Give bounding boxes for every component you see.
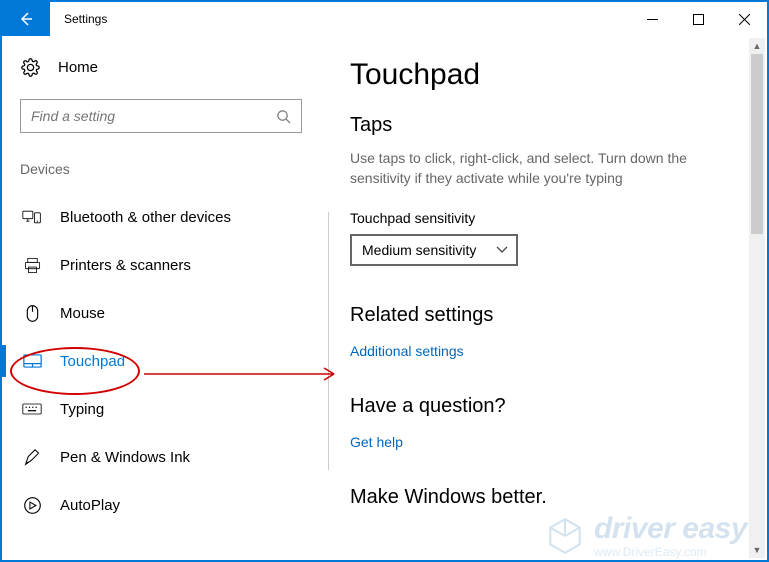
search-icon (276, 109, 291, 124)
chevron-down-icon (496, 246, 508, 254)
sidebar-item-autoplay[interactable]: AutoPlay (20, 481, 322, 529)
printer-icon (22, 256, 42, 275)
touchpad-icon (22, 353, 42, 369)
close-button[interactable] (721, 2, 767, 36)
mouse-icon (22, 304, 42, 323)
sidebar-item-label: Mouse (60, 305, 105, 322)
close-icon (739, 14, 750, 25)
page-title: Touchpad (350, 58, 737, 92)
related-heading: Related settings (350, 304, 737, 327)
maximize-icon (693, 14, 704, 25)
sidebar-item-printers[interactable]: Printers & scanners (20, 241, 322, 289)
scroll-thumb[interactable] (751, 54, 763, 234)
window-title: Settings (50, 2, 121, 36)
pen-icon (22, 448, 42, 467)
sidebar-item-pen[interactable]: Pen & Windows Ink (20, 433, 322, 481)
sidebar-item-mouse[interactable]: Mouse (20, 289, 322, 337)
minimize-button[interactable] (629, 2, 675, 36)
home-label: Home (58, 59, 98, 76)
get-help-link[interactable]: Get help (350, 434, 737, 450)
gear-icon (20, 58, 40, 77)
arrow-left-icon (17, 10, 35, 28)
keyboard-icon (22, 402, 42, 416)
dropdown-value: Medium sensitivity (362, 242, 476, 258)
sidebar-item-label: Typing (60, 401, 104, 418)
taps-description: Use taps to click, right-click, and sele… (350, 149, 720, 188)
sensitivity-dropdown[interactable]: Medium sensitivity (350, 234, 518, 266)
scrollbar[interactable]: ▲ ▼ (749, 38, 765, 558)
section-taps-heading: Taps (350, 114, 737, 137)
autoplay-icon (22, 496, 42, 515)
sidebar: Home Devices Bluetooth & other devices P… (2, 36, 322, 560)
sidebar-item-label: Bluetooth & other devices (60, 209, 231, 226)
scroll-up-icon[interactable]: ▲ (749, 38, 765, 54)
better-heading: Make Windows better. (350, 486, 737, 509)
sidebar-item-label: AutoPlay (60, 497, 120, 514)
sidebar-item-typing[interactable]: Typing (20, 385, 322, 433)
sidebar-item-bluetooth[interactable]: Bluetooth & other devices (20, 193, 322, 241)
sidebar-item-touchpad[interactable]: Touchpad (20, 337, 322, 385)
sidebar-item-label: Touchpad (60, 353, 125, 370)
maximize-button[interactable] (675, 2, 721, 36)
main-panel: Touchpad Taps Use taps to click, right-c… (322, 36, 767, 560)
additional-settings-link[interactable]: Additional settings (350, 343, 737, 359)
bluetooth-devices-icon (22, 208, 42, 226)
home-nav[interactable]: Home (20, 54, 322, 81)
search-input[interactable] (20, 99, 302, 133)
sensitivity-label: Touchpad sensitivity (350, 210, 737, 226)
group-label: Devices (20, 161, 322, 177)
back-button[interactable] (2, 2, 50, 36)
sidebar-item-label: Pen & Windows Ink (60, 449, 190, 466)
question-heading: Have a question? (350, 395, 737, 418)
search-field[interactable] (31, 108, 276, 124)
sidebar-item-label: Printers & scanners (60, 257, 191, 274)
minimize-icon (647, 14, 658, 25)
titlebar: Settings (2, 2, 767, 36)
scroll-down-icon[interactable]: ▼ (749, 542, 765, 558)
